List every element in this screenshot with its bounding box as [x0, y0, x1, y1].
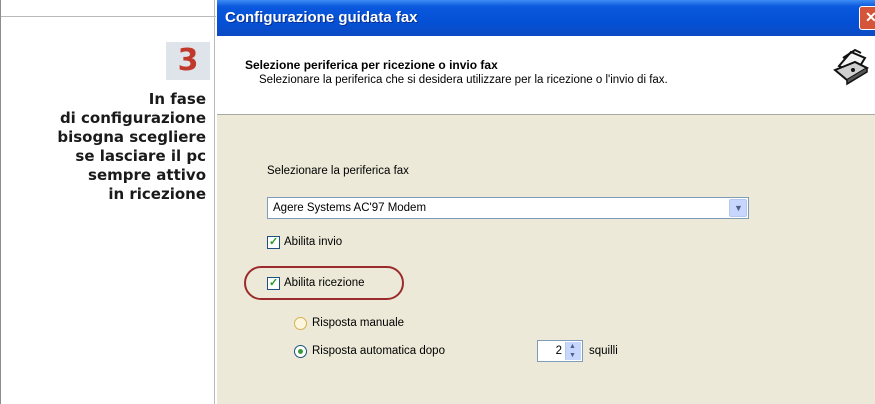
device-select[interactable]: Agere Systems AC'97 Modem ▼	[267, 197, 749, 219]
fax-wizard-window: Configurazione guidata fax ✕ Selezione p…	[217, 0, 875, 404]
checkmark-icon: ✓	[269, 277, 279, 289]
wizard-body: Selezionare la periferica fax Agere Syst…	[217, 115, 875, 404]
enable-send-label[interactable]: Abilita invio	[284, 236, 342, 248]
caption-divider	[1, 16, 216, 17]
radio-selected-dot	[298, 349, 303, 354]
wizard-header: Selezione periferica per ricezione o inv…	[217, 36, 875, 115]
title-bar[interactable]: Configurazione guidata fax ✕	[217, 0, 875, 36]
rings-spinner[interactable]: 2 ▲ ▼	[537, 340, 583, 362]
caption-text: In fase di configurazione bisogna scegli…	[6, 90, 206, 204]
caption-line: di configurazione	[59, 109, 206, 127]
arrow-up-icon[interactable]: ▲	[569, 343, 576, 350]
caption-line: bisogna scegliere	[57, 128, 206, 146]
caption-line: sempre attivo	[88, 166, 206, 184]
header-title: Selezione periferica per ricezione o inv…	[245, 58, 498, 72]
enable-receive-label[interactable]: Abilita ricezione	[284, 277, 365, 289]
fax-machine-icon	[832, 45, 872, 87]
auto-answer-radio[interactable]	[294, 345, 307, 358]
enable-receive-checkbox[interactable]: ✓	[267, 277, 280, 290]
device-select-value: Agere Systems AC'97 Modem	[273, 202, 427, 214]
dropdown-arrow[interactable]: ▼	[729, 199, 747, 217]
manual-answer-label[interactable]: Risposta manuale	[312, 317, 404, 329]
close-icon[interactable]: ✕	[859, 6, 875, 30]
caption-line: In fase	[148, 90, 206, 108]
auto-answer-label[interactable]: Risposta automatica dopo	[312, 345, 445, 357]
enable-send-checkbox[interactable]: ✓	[267, 236, 280, 249]
window-title: Configurazione guidata fax	[225, 9, 418, 26]
rings-unit-label: squilli	[589, 345, 618, 357]
spinner-buttons[interactable]: ▲ ▼	[565, 342, 581, 360]
step-number-badge: 3	[166, 42, 210, 80]
arrow-down-icon[interactable]: ▼	[569, 352, 576, 359]
header-subtitle: Selezionare la periferica che si desider…	[259, 74, 668, 86]
caption-line: in ricezione	[108, 185, 206, 203]
chevron-down-icon: ▼	[734, 203, 743, 213]
caption-panel: 3 In fase di configurazione bisogna sceg…	[0, 0, 216, 404]
manual-answer-radio[interactable]	[294, 317, 307, 330]
device-label: Selezionare la periferica fax	[267, 165, 409, 177]
rings-value: 2	[555, 345, 562, 357]
checkmark-icon: ✓	[269, 236, 279, 248]
caption-line: se lasciare il pc	[75, 147, 206, 165]
